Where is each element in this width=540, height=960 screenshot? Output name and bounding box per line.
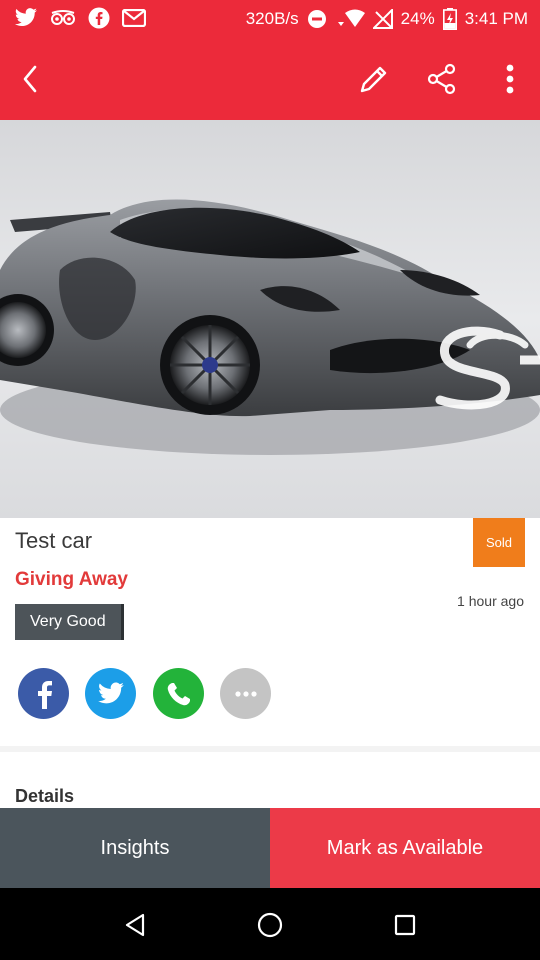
insights-button[interactable]: Insights — [0, 808, 270, 888]
twitter-icon — [15, 8, 37, 27]
battery-percent: 24% — [400, 9, 435, 28]
listing-type: Giving Away — [15, 569, 128, 590]
no-signal-icon — [372, 9, 393, 29]
facebook-icon — [88, 7, 110, 29]
more-vert-icon — [506, 64, 514, 94]
edit-button[interactable] — [354, 59, 394, 99]
sold-badge: Sold — [473, 518, 525, 567]
tripadvisor-icon — [51, 10, 75, 25]
listing-photo[interactable] — [0, 120, 540, 518]
action-bar: Insights Mark as Available — [0, 808, 540, 888]
system-nav-bar — [0, 888, 540, 960]
facebook-icon — [37, 680, 52, 709]
edit-icon — [360, 66, 387, 93]
wifi-icon — [337, 9, 365, 27]
network-speed: 320B/s — [245, 9, 299, 28]
share-whatsapp-button[interactable] — [153, 668, 204, 719]
nav-home-icon — [257, 912, 283, 938]
app-bar — [0, 38, 540, 120]
details-heading: Details — [15, 786, 75, 806]
gmail-icon — [122, 9, 146, 27]
more-options-button[interactable] — [490, 59, 530, 99]
clock: 3:41 PM — [464, 9, 528, 28]
condition-badge: Very Good — [15, 604, 124, 640]
nav-back-button[interactable] — [120, 910, 150, 940]
car-image — [0, 199, 540, 455]
nav-back-icon — [125, 913, 145, 937]
posted-time: 1 hour ago — [457, 593, 524, 609]
share-icon — [427, 63, 456, 95]
do-not-disturb-icon — [307, 10, 326, 28]
listing-info: Test car Sold Giving Away Very Good 1 ho… — [0, 518, 540, 746]
section-divider — [0, 746, 540, 752]
status-bar: 320B/s 24% 3:41 PM — [0, 0, 540, 38]
listing-title: Test car — [15, 528, 93, 553]
share-more-button[interactable] — [220, 668, 271, 719]
share-button[interactable] — [422, 59, 462, 99]
back-icon — [23, 65, 37, 93]
back-button[interactable] — [10, 59, 50, 99]
nav-recents-icon — [394, 914, 416, 936]
twitter-icon — [97, 681, 124, 703]
nav-recents-button[interactable] — [390, 910, 420, 940]
battery-charging-icon — [442, 8, 457, 30]
share-twitter-button[interactable] — [85, 668, 136, 719]
mark-available-button[interactable]: Mark as Available — [270, 808, 540, 888]
more-horiz-icon — [234, 690, 257, 697]
whatsapp-icon — [167, 682, 190, 705]
nav-home-button[interactable] — [255, 910, 285, 940]
share-facebook-button[interactable] — [18, 668, 69, 719]
